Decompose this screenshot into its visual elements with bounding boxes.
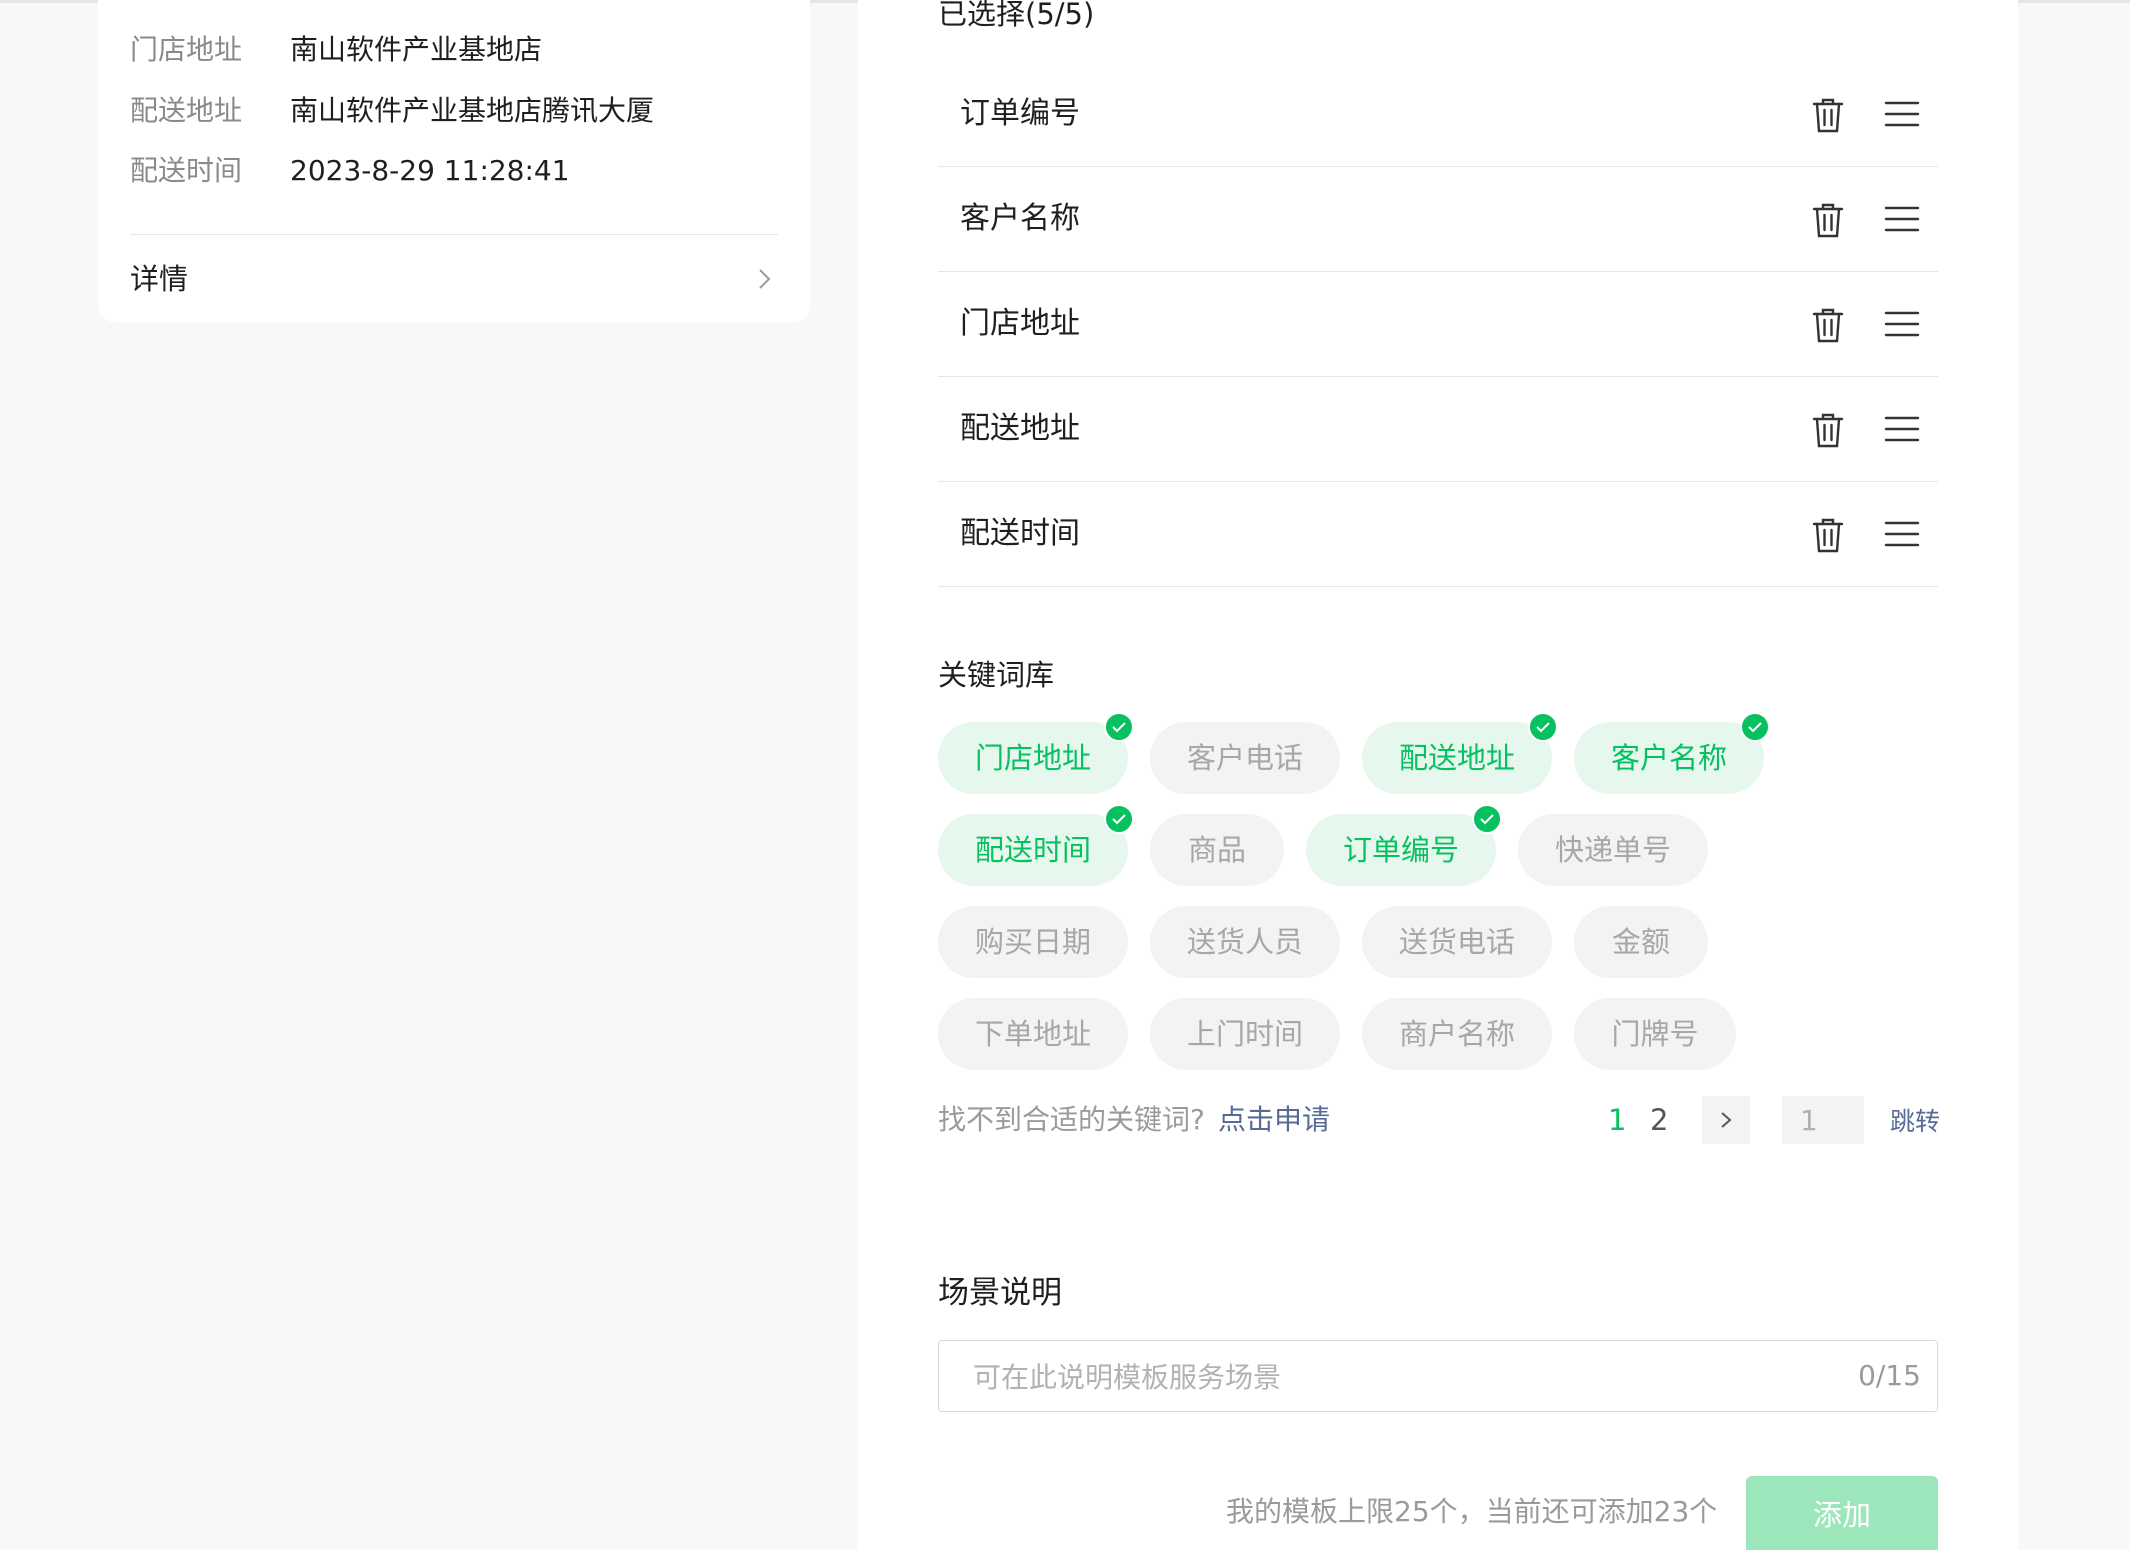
drag-handle-icon[interactable]: [1884, 413, 1920, 445]
keyword-tag-label: 客户电话: [1186, 741, 1303, 775]
trash-icon[interactable]: [1810, 201, 1846, 239]
keyword-tag[interactable]: 送货电话: [1362, 906, 1552, 978]
preview-label: 配送地址: [130, 94, 243, 127]
preview-divider: [130, 234, 778, 235]
selected-item-label: 配送地址: [960, 411, 1080, 446]
keyword-tag[interactable]: 购买日期: [938, 906, 1128, 978]
check-badge-icon: [1472, 804, 1502, 834]
keyword-tag-label: 快递单号: [1554, 833, 1671, 867]
keyword-not-found-hint: 找不到合适的关键词?: [938, 1103, 1205, 1136]
keyword-tag[interactable]: 商品: [1150, 814, 1284, 886]
keyword-tag[interactable]: 订单编号: [1306, 804, 1502, 886]
keyword-tag[interactable]: 快递单号: [1518, 814, 1708, 886]
preview-label: 配送时间: [130, 154, 243, 187]
keyword-tag-label: 送货人员: [1186, 925, 1303, 959]
keyword-tag-label: 金额: [1611, 925, 1670, 959]
keyword-tag-label: 配送时间: [974, 833, 1091, 867]
scene-description-input[interactable]: [971, 1341, 1775, 1413]
selected-item: 门店地址: [938, 272, 1938, 377]
trash-icon[interactable]: [1810, 411, 1846, 449]
template-preview-card: 门店地址 南山软件产业基地店 配送地址 南山软件产业基地店腾讯大厦 配送时间 2023…: [98, 0, 810, 322]
keyword-tag-label: 客户名称: [1610, 741, 1727, 775]
preview-row-store-address: 门店地址 南山软件产业基地店: [130, 30, 542, 70]
details-label: 详情: [130, 262, 189, 296]
drag-handle-icon[interactable]: [1884, 308, 1920, 340]
preview-value: 2023-8-29 11:28:41: [290, 154, 570, 187]
selected-item: 配送时间: [938, 482, 1938, 587]
trash-icon[interactable]: [1810, 516, 1846, 554]
keyword-tag[interactable]: 下单地址: [938, 998, 1128, 1070]
keyword-tag[interactable]: 门牌号: [1574, 998, 1736, 1070]
trash-icon[interactable]: [1810, 306, 1846, 344]
keyword-tag[interactable]: 配送地址: [1362, 712, 1558, 794]
template-editor-panel: 已选择(5/5) 订单编号 客户名称 门店地址 配送地址 配送时间 关键词库 门…: [858, 0, 2018, 1550]
char-counter: 0/15: [1858, 1359, 1921, 1392]
keyword-tag-label: 门牌号: [1611, 1017, 1699, 1051]
apply-keyword-link[interactable]: 点击申请: [1218, 1100, 1330, 1140]
keyword-tag-label: 上门时间: [1186, 1017, 1303, 1051]
keyword-tag[interactable]: 送货人员: [1150, 906, 1340, 978]
details-link[interactable]: 详情: [130, 258, 778, 300]
keyword-tag[interactable]: 上门时间: [1150, 998, 1340, 1070]
selected-item-label: 订单编号: [960, 96, 1080, 131]
add-button[interactable]: 添加: [1746, 1476, 1938, 1550]
drag-handle-icon[interactable]: [1884, 98, 1920, 130]
page-jump-button[interactable]: 跳转: [1890, 1102, 1940, 1142]
page-jump-input[interactable]: [1782, 1096, 1864, 1144]
check-badge-icon: [1104, 804, 1134, 834]
keyword-tag[interactable]: 金额: [1574, 906, 1708, 978]
selected-count-title: 已选择(5/5): [938, 0, 1095, 31]
keyword-tag[interactable]: 配送时间: [938, 804, 1134, 886]
page-number[interactable]: 2: [1650, 1100, 1668, 1140]
keyword-tag-label: 购买日期: [974, 925, 1091, 959]
keyword-tag[interactable]: 客户电话: [1150, 722, 1340, 794]
chevron-right-icon: [759, 269, 771, 289]
drag-handle-icon[interactable]: [1884, 203, 1920, 235]
check-badge-icon: [1740, 712, 1770, 742]
selected-item: 配送地址: [938, 377, 1938, 482]
keyword-tag-label: 下单地址: [974, 1017, 1091, 1051]
chevron-right-icon: [1721, 1112, 1732, 1128]
preview-row-delivery-address: 配送地址 南山软件产业基地店腾讯大厦: [130, 91, 654, 131]
keyword-tag[interactable]: 客户名称: [1574, 712, 1770, 794]
scene-description-title: 场景说明: [938, 1275, 1062, 1311]
keyword-tag[interactable]: 门店地址: [938, 712, 1134, 794]
preview-label: 门店地址: [130, 33, 243, 66]
drag-handle-icon[interactable]: [1884, 518, 1920, 550]
check-badge-icon: [1528, 712, 1558, 742]
trash-icon[interactable]: [1810, 96, 1846, 134]
selected-item-label: 门店地址: [960, 306, 1080, 341]
keyword-library-title: 关键词库: [938, 658, 1055, 692]
preview-value: 南山软件产业基地店腾讯大厦: [290, 94, 655, 127]
check-badge-icon: [1104, 712, 1134, 742]
keyword-tag-label: 商品: [1187, 833, 1246, 867]
selected-item: 客户名称: [938, 167, 1938, 272]
selected-item: 订单编号: [938, 62, 1938, 167]
preview-row-delivery-time: 配送时间 2023-8-29 11:28:41: [130, 151, 570, 191]
selected-keyword-list: 订单编号 客户名称 门店地址 配送地址 配送时间: [938, 62, 1938, 587]
keyword-tag-label: 配送地址: [1398, 741, 1515, 775]
selected-item-label: 客户名称: [960, 201, 1080, 236]
keyword-tag-label: 送货电话: [1398, 925, 1515, 959]
page-number-current[interactable]: 1: [1608, 1100, 1626, 1140]
keyword-tag[interactable]: 商户名称: [1362, 998, 1552, 1070]
keyword-tag-label: 订单编号: [1342, 833, 1459, 867]
preview-value: 南山软件产业基地店: [290, 33, 543, 66]
selected-item-label: 配送时间: [960, 516, 1080, 551]
next-page-button[interactable]: [1702, 1096, 1750, 1144]
scene-description-field: 0/15: [938, 1340, 1938, 1413]
template-limit-text: 我的模板上限25个，当前还可添加23个: [1226, 1495, 1718, 1528]
keyword-tag-label: 门店地址: [974, 741, 1091, 775]
keyword-tag-label: 商户名称: [1398, 1017, 1515, 1051]
